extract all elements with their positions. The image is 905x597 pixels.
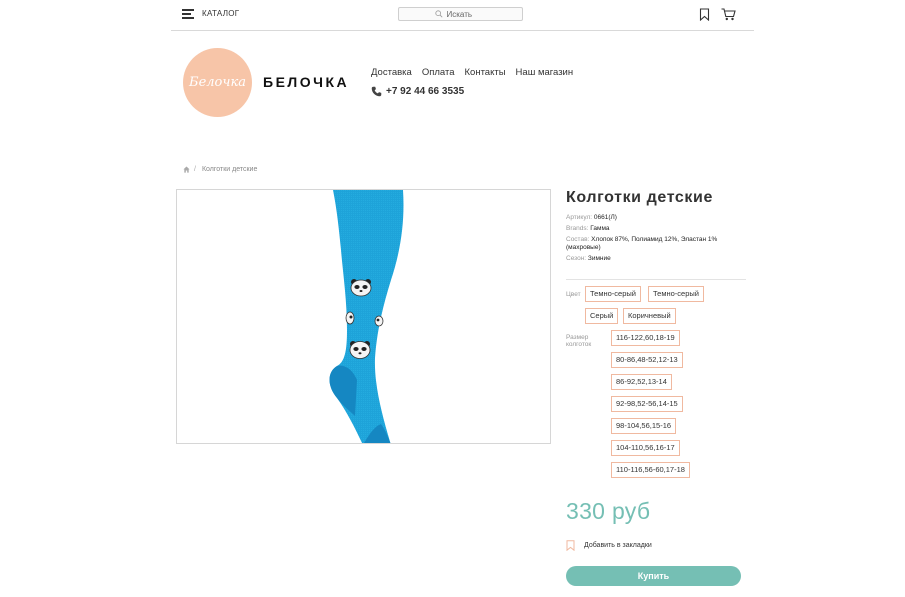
size-option[interactable]: 116-122,60,18-19 (611, 330, 680, 346)
spec-article: Артикул: 0661(Л) (566, 214, 617, 221)
phone-contact: +7 92 44 66 3535 (371, 86, 464, 97)
divider (566, 279, 746, 280)
brand-name: БЕЛОЧКА (263, 74, 350, 90)
nav-our-shop[interactable]: Наш магазин (516, 67, 574, 78)
size-option[interactable]: 110-116,56-60,17-18 (611, 462, 690, 478)
home-icon[interactable] (183, 166, 190, 173)
cart-icon[interactable] (721, 8, 736, 21)
size-option[interactable]: 80-86,48-52,12-13 (611, 352, 683, 368)
product-price: 330 руб (566, 498, 651, 524)
color-option[interactable]: Темно-серый (585, 286, 641, 302)
catalog-menu-button[interactable]: КАТАЛОГ (182, 8, 239, 19)
size-option[interactable]: 104-110,56,16-17 (611, 440, 680, 456)
product-specs: Артикул: 0661(Л) Brands: Гамма Состав: Х… (566, 214, 746, 266)
add-to-bookmarks-label: Добавить в закладки (584, 542, 652, 549)
nav-contacts[interactable]: Контакты (465, 67, 506, 78)
menu-icon (182, 8, 194, 19)
product-image[interactable] (176, 189, 551, 444)
search-box[interactable] (398, 7, 523, 21)
phone-number[interactable]: +7 92 44 66 3535 (386, 86, 464, 97)
size-option[interactable]: 98-104,56,15-16 (611, 418, 677, 434)
spec-season: Сезон: Зимние (566, 255, 611, 262)
product-title: Колготки детские (566, 189, 713, 206)
breadcrumb-current: Колготки детские (201, 166, 258, 173)
nav-delivery[interactable]: Доставка (371, 67, 412, 78)
add-to-bookmarks-button[interactable]: Добавить в закладки (566, 540, 652, 551)
breadcrumb: / Колготки детские (183, 166, 257, 173)
phone-icon (371, 86, 382, 97)
bookmark-icon (566, 540, 575, 551)
color-option[interactable]: Коричневый (623, 308, 676, 324)
top-bar: КАТАЛОГ (171, 0, 754, 31)
size-option[interactable]: 92-98,52-56,14-15 (611, 396, 683, 412)
color-option[interactable]: Серый (585, 308, 619, 324)
size-option[interactable]: 86-92,52,13-14 (611, 374, 672, 390)
bookmark-icon[interactable] (699, 8, 710, 21)
color-label: Цвет (566, 291, 581, 298)
breadcrumb-separator: / (194, 166, 196, 173)
catalog-label: КАТАЛОГ (202, 9, 240, 18)
tights-image (329, 190, 404, 443)
search-input[interactable] (446, 9, 487, 19)
spec-brand: Brands: Гамма (566, 225, 610, 232)
spec-composition: Состав: Хлопок 87%, Полиамид 12%, Эласта… (566, 236, 718, 251)
buy-button[interactable]: Купить (566, 566, 741, 586)
logo-text: Белочка (189, 75, 246, 90)
nav-payment[interactable]: Оплата (422, 67, 455, 78)
color-option[interactable]: Темно-серый (648, 286, 704, 302)
size-label: Размер колготок (566, 334, 592, 348)
main-nav: Доставка Оплата Контакты Наш магазин (371, 67, 573, 78)
search-icon (434, 10, 442, 18)
logo[interactable]: Белочка (183, 48, 252, 117)
